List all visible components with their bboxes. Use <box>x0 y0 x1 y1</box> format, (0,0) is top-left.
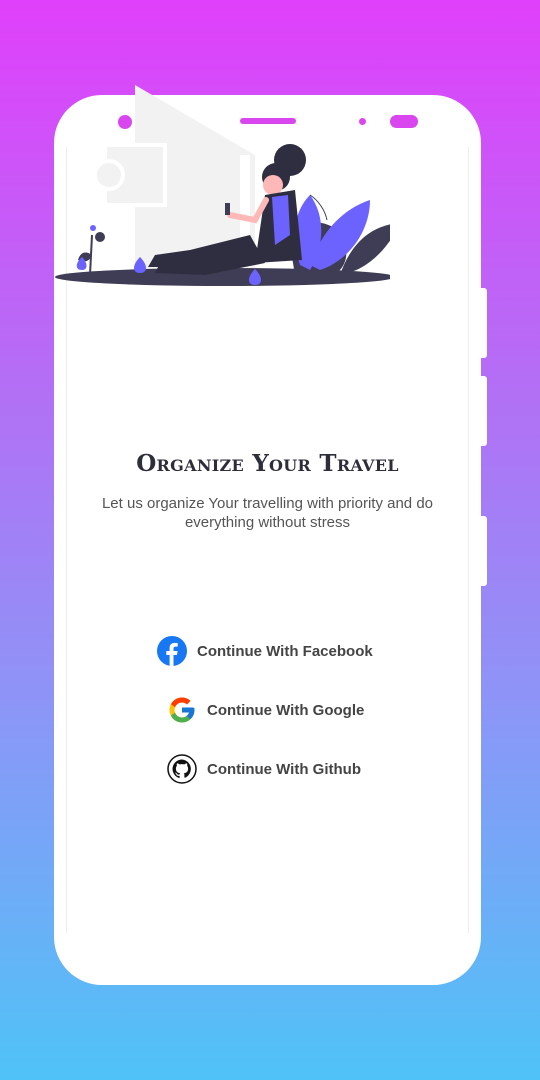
google-button-label: Continue With Google <box>207 701 365 719</box>
travel-illustration <box>55 85 390 286</box>
front-camera <box>390 115 418 128</box>
facebook-icon <box>157 636 187 666</box>
facebook-button-label: Continue With Facebook <box>197 642 373 660</box>
page-subtitle: Let us organize Your travelling with pri… <box>101 495 434 531</box>
page-title: Organize Your Travel <box>136 450 399 477</box>
continue-google-button[interactable]: Continue With Google <box>167 695 364 725</box>
google-icon <box>167 695 197 725</box>
github-button-label: Continue With Github <box>207 760 361 778</box>
continue-github-button[interactable]: Continue With Github <box>167 754 361 784</box>
side-button-upper <box>481 288 487 358</box>
side-button-lower <box>481 516 487 586</box>
github-icon <box>167 754 197 784</box>
side-button-middle <box>481 376 487 446</box>
continue-facebook-button[interactable]: Continue With Facebook <box>157 636 373 666</box>
